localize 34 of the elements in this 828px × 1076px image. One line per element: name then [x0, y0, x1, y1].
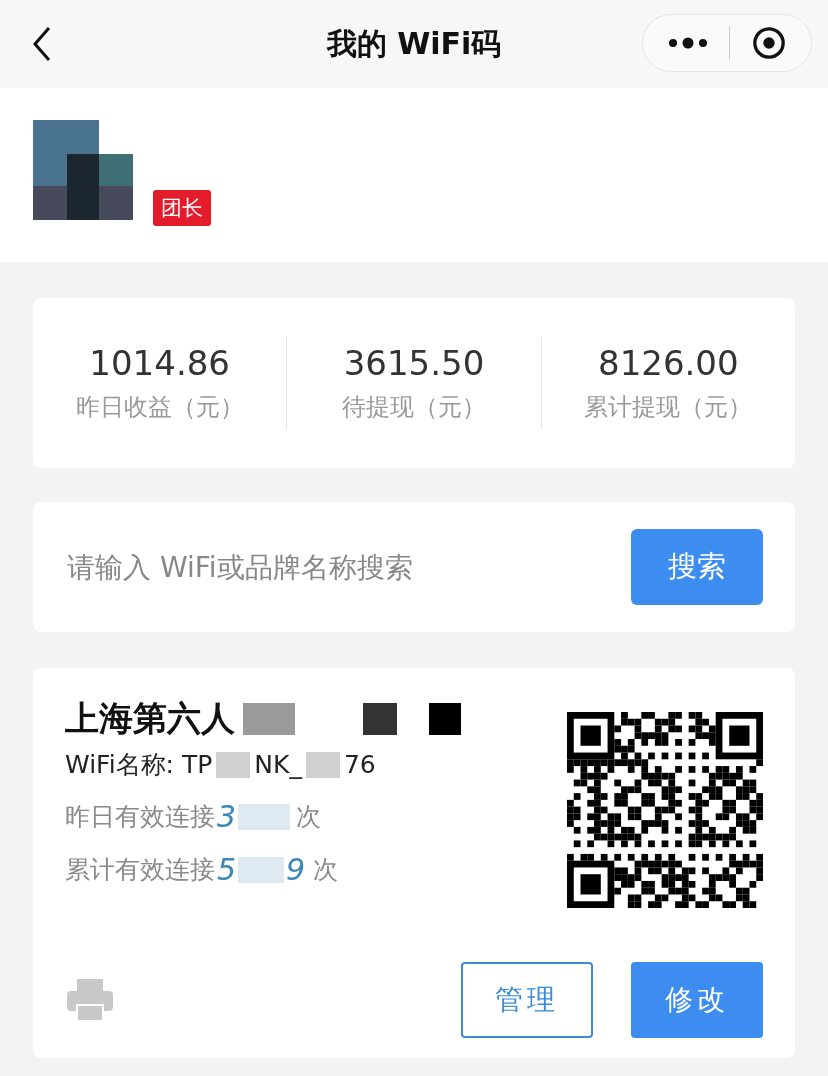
connection-unit: 次 — [313, 854, 339, 886]
stat-value: 1014.86 — [89, 343, 230, 383]
connection-unit: 次 — [296, 801, 322, 833]
redaction-mark — [243, 703, 295, 735]
stat-value: 8126.00 — [598, 343, 739, 383]
avatar-icon — [33, 120, 133, 220]
wifi-name: NK_ — [254, 750, 302, 779]
search-button[interactable]: 搜索 — [631, 529, 763, 605]
stat-label: 昨日收益（元） — [75, 392, 244, 423]
edit-button[interactable]: 修改 — [631, 962, 763, 1038]
connection-label: 昨日有效连接 — [65, 801, 215, 833]
back-icon[interactable] — [32, 26, 52, 62]
search-field[interactable]: 请输入 WiFi或品牌名称搜索 — [65, 549, 631, 585]
connection-label: 累计有效连接 — [65, 854, 215, 886]
role-badge: 团长 — [153, 190, 211, 226]
connection-count: 9 — [286, 852, 306, 887]
stat-label: 待提现（元） — [342, 392, 486, 423]
redaction-mark — [429, 703, 461, 735]
close-icon[interactable] — [752, 26, 787, 60]
redaction-mark — [363, 703, 397, 735]
redaction-mark — [238, 803, 291, 830]
wifi-title: 上海第六人 — [65, 697, 235, 740]
stat-label: 累计提现（元） — [584, 392, 753, 423]
connection-count: 5 — [217, 852, 237, 887]
wifi-name: 76 — [343, 750, 376, 779]
more-icon[interactable] — [667, 37, 708, 49]
wifi-name: WiFi名称: TP — [65, 749, 213, 781]
redaction-mark — [305, 751, 340, 778]
redaction-mark — [238, 856, 285, 883]
redaction-mark — [216, 751, 251, 778]
manage-button[interactable]: 管理 — [461, 962, 593, 1038]
page-title: 我的 WiFi码 — [326, 24, 502, 63]
stat-value: 3615.50 — [343, 343, 485, 383]
connection-count: 3 — [217, 799, 237, 834]
